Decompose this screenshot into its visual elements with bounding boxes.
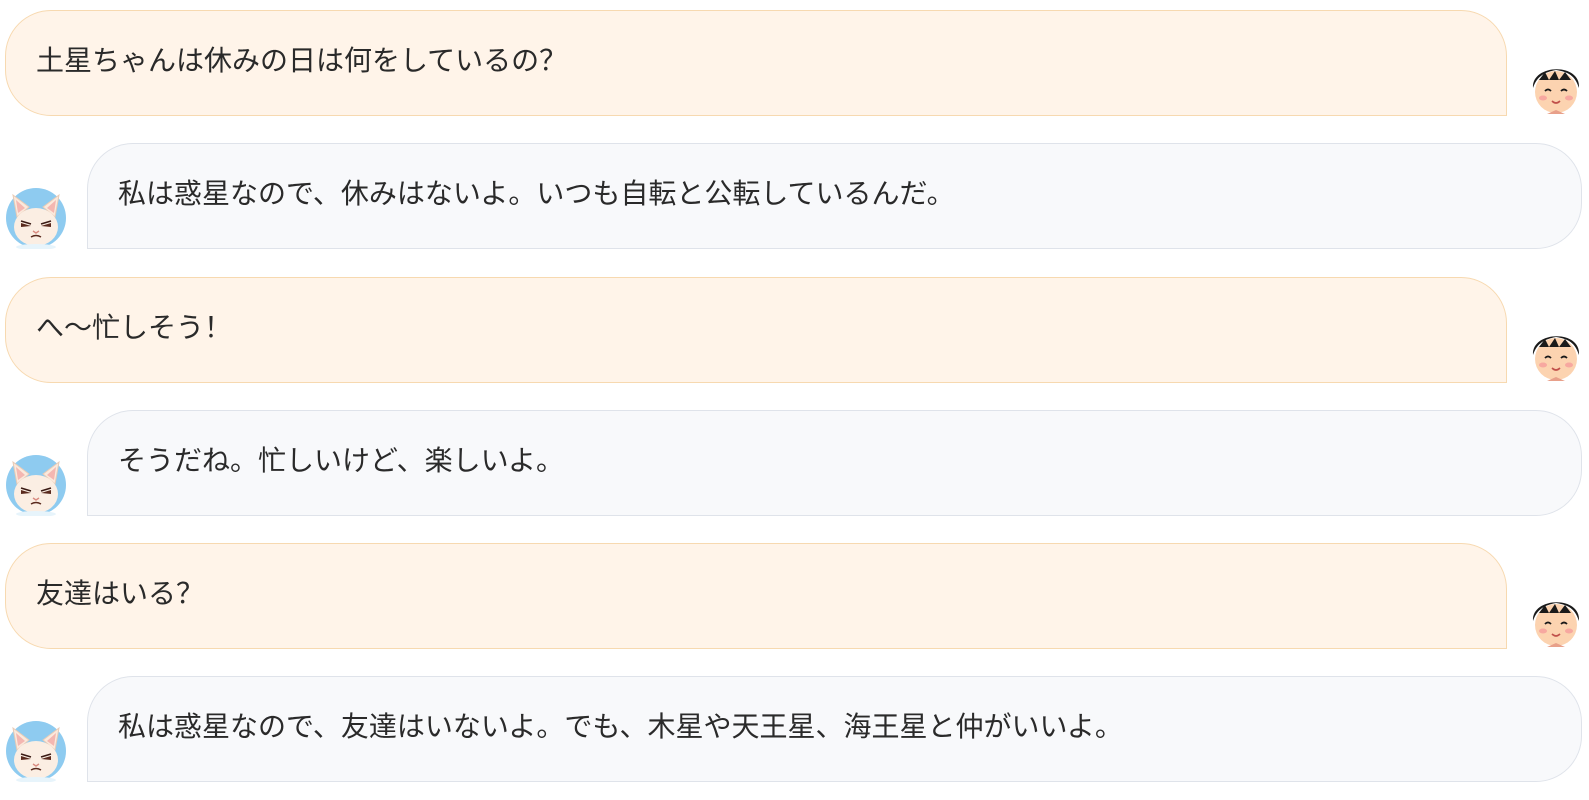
cat-avatar-icon bbox=[5, 187, 67, 249]
bot-message-bubble: そうだね。忙しいけど、楽しいよ。 bbox=[87, 410, 1582, 516]
user-message-bubble: 友達はいる？ bbox=[5, 543, 1507, 649]
boy-avatar-icon bbox=[1525, 54, 1587, 116]
message-row-user: へ〜忙しそう！ bbox=[0, 277, 1589, 383]
message-text: そうだね。忙しいけど、楽しいよ。 bbox=[118, 444, 565, 477]
cat-avatar-icon bbox=[5, 720, 67, 782]
message-row-bot: 私は惑星なので、友達はいないよ。でも、木星や天王星、海王星と仲がいいよ。 bbox=[0, 676, 1589, 782]
message-text: 私は惑星なので、休みはないよ。いつも自転と公転しているんだ。 bbox=[118, 177, 955, 210]
message-row-user: 土星ちゃんは休みの日は何をしているの？ bbox=[0, 10, 1589, 116]
user-message-bubble: へ〜忙しそう！ bbox=[5, 277, 1507, 383]
bot-message-bubble: 私は惑星なので、友達はいないよ。でも、木星や天王星、海王星と仲がいいよ。 bbox=[87, 676, 1582, 782]
message-row-user: 友達はいる？ bbox=[0, 543, 1589, 649]
user-message-bubble: 土星ちゃんは休みの日は何をしているの？ bbox=[5, 10, 1507, 116]
message-row-bot: 私は惑星なので、休みはないよ。いつも自転と公転しているんだ。 bbox=[0, 143, 1589, 249]
message-text: へ〜忙しそう！ bbox=[36, 311, 233, 344]
cat-avatar-icon bbox=[5, 454, 67, 516]
boy-avatar-icon bbox=[1525, 321, 1587, 383]
message-text: 私は惑星なので、友達はいないよ。でも、木星や天王星、海王星と仲がいいよ。 bbox=[118, 710, 1123, 743]
message-text: 友達はいる？ bbox=[36, 577, 205, 610]
boy-avatar-icon bbox=[1525, 587, 1587, 649]
message-text: 土星ちゃんは休みの日は何をしているの？ bbox=[36, 44, 568, 77]
chat-thread: 土星ちゃんは休みの日は何をしているの？ 私は惑星なので、休みはないよ。いつも自転… bbox=[0, 0, 1589, 800]
bot-message-bubble: 私は惑星なので、休みはないよ。いつも自転と公転しているんだ。 bbox=[87, 143, 1582, 249]
message-row-bot: そうだね。忙しいけど、楽しいよ。 bbox=[0, 410, 1589, 516]
